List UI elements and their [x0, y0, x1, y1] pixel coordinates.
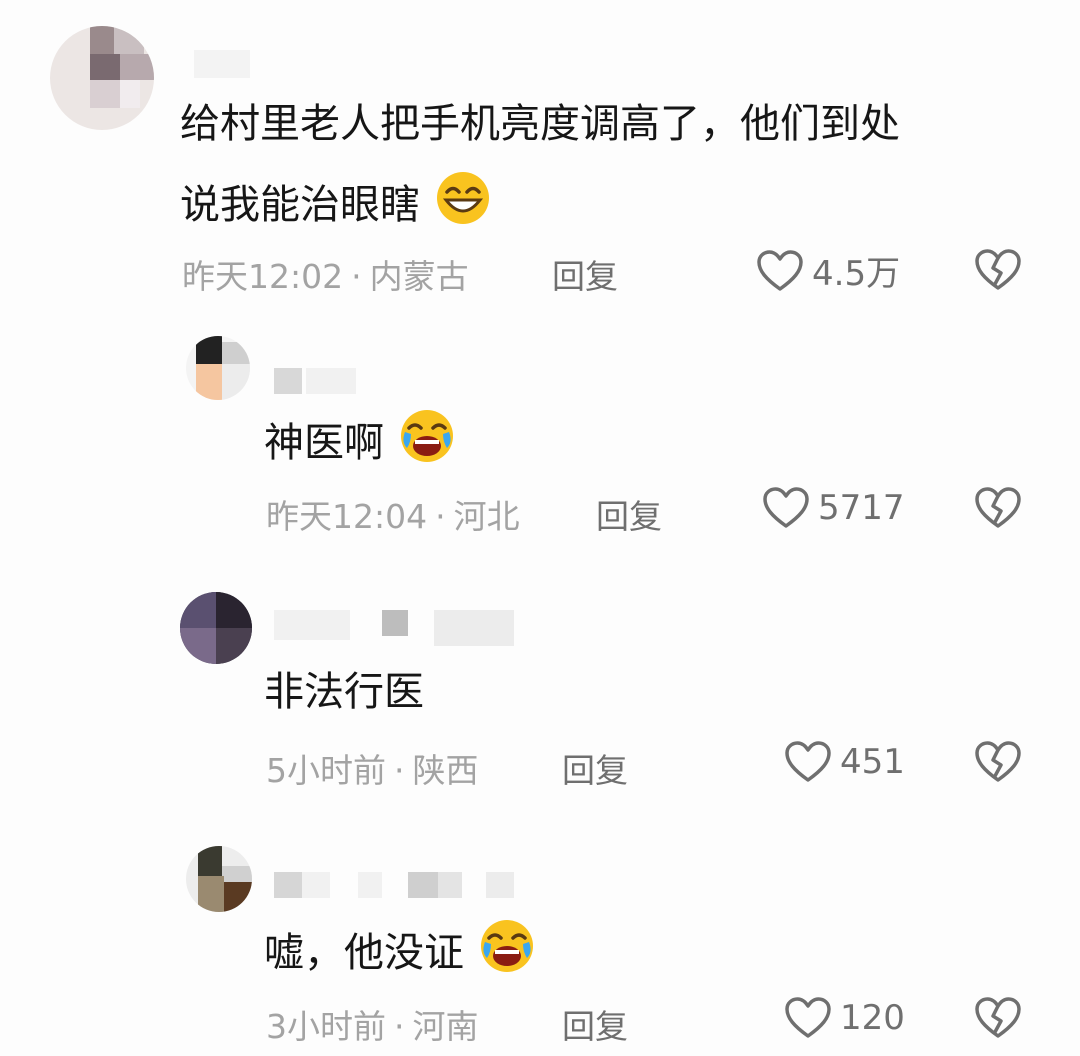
dislike-button[interactable]	[974, 740, 1022, 788]
comment-text-line1: 嘘，他没证	[264, 930, 464, 976]
comment-meta: 昨天12:02 · 内蒙古	[182, 250, 469, 298]
comment-meta: 5小时前 · 陕西	[266, 744, 479, 792]
comment-location: 陕西	[412, 751, 479, 790]
heart-outline-icon	[757, 249, 803, 291]
username-blurred[interactable]	[272, 868, 522, 902]
comment-location: 河南	[412, 1007, 479, 1046]
comment-text: 嘘，他没证	[264, 918, 535, 983]
like-count: 120	[840, 998, 905, 1038]
avatar[interactable]	[186, 846, 252, 912]
comment-time: 3小时前	[266, 1007, 386, 1046]
reply-button[interactable]: 回复	[562, 744, 628, 792]
avatar[interactable]	[180, 592, 252, 664]
comment-time: 5小时前	[266, 751, 386, 790]
username-blurred[interactable]	[272, 364, 362, 398]
comment-time: 昨天12:04	[266, 497, 428, 536]
like-count: 5717	[818, 488, 905, 528]
comment-text-line2-wrap: 说我能治眼瞎	[180, 170, 491, 235]
reply-comment-item: 神医啊 昨天12:04 · 河北 回复 5717	[0, 320, 1080, 560]
meta-separator: ·	[394, 1007, 405, 1046]
like-button[interactable]: 120	[784, 996, 905, 1040]
comment-time: 昨天12:02	[182, 257, 344, 296]
meta-separator: ·	[435, 497, 446, 536]
heart-outline-icon	[763, 487, 809, 528]
like-button[interactable]: 5717	[762, 486, 905, 530]
username-blurred[interactable]	[272, 604, 522, 650]
comment-item: 给村里老人把手机亮度调高了，他们到处 说我能治眼瞎 昨天12:02 · 内蒙古 回复…	[0, 0, 1080, 310]
comment-text-line1: 神医啊	[264, 420, 384, 466]
rolling-laughing-emoji	[400, 410, 453, 462]
comment-text-line1: 给村里老人把手机亮度调高了，他们到处	[180, 101, 900, 147]
broken-heart-icon	[975, 997, 1021, 1038]
reply-button[interactable]: 回复	[562, 1000, 628, 1048]
comment-meta: 3小时前 · 河南	[266, 1000, 479, 1048]
avatar[interactable]	[186, 336, 250, 400]
comment-meta: 昨天12:04 · 河北	[266, 490, 520, 538]
dislike-button[interactable]	[974, 248, 1022, 296]
comment-text: 神医啊	[264, 408, 455, 473]
broken-heart-icon	[975, 249, 1021, 290]
grinning-face-emoji	[436, 172, 489, 224]
like-button[interactable]: 451	[784, 740, 905, 784]
comment-location: 河北	[453, 497, 520, 536]
comment-text: 给村里老人把手机亮度调高了，他们到处	[180, 94, 900, 154]
heart-outline-icon	[785, 741, 831, 782]
broken-heart-icon	[975, 487, 1021, 528]
meta-separator: ·	[394, 751, 405, 790]
heart-outline-icon	[785, 997, 831, 1038]
comment-text: 非法行医	[264, 662, 424, 722]
reply-button[interactable]: 回复	[596, 490, 662, 538]
avatar[interactable]	[50, 26, 154, 130]
reply-comment-item: 嘘，他没证 3小时前 · 河南 回复 120	[0, 832, 1080, 1056]
meta-separator: ·	[351, 257, 362, 296]
comment-text-line2: 说我能治眼瞎	[180, 182, 420, 228]
rolling-laughing-emoji	[480, 920, 533, 972]
like-button[interactable]: 4.5万	[756, 246, 900, 295]
comment-text-line1: 非法行医	[264, 669, 424, 715]
reply-button[interactable]: 回复	[552, 250, 618, 298]
like-count: 451	[840, 742, 905, 782]
comment-location: 内蒙古	[369, 257, 469, 296]
dislike-button[interactable]	[974, 996, 1022, 1044]
dislike-button[interactable]	[974, 486, 1022, 534]
broken-heart-icon	[975, 741, 1021, 782]
like-count: 4.5万	[812, 254, 901, 294]
username-blurred[interactable]	[188, 40, 258, 80]
reply-comment-item: 非法行医 5小时前 · 陕西 回复 451	[0, 576, 1080, 816]
